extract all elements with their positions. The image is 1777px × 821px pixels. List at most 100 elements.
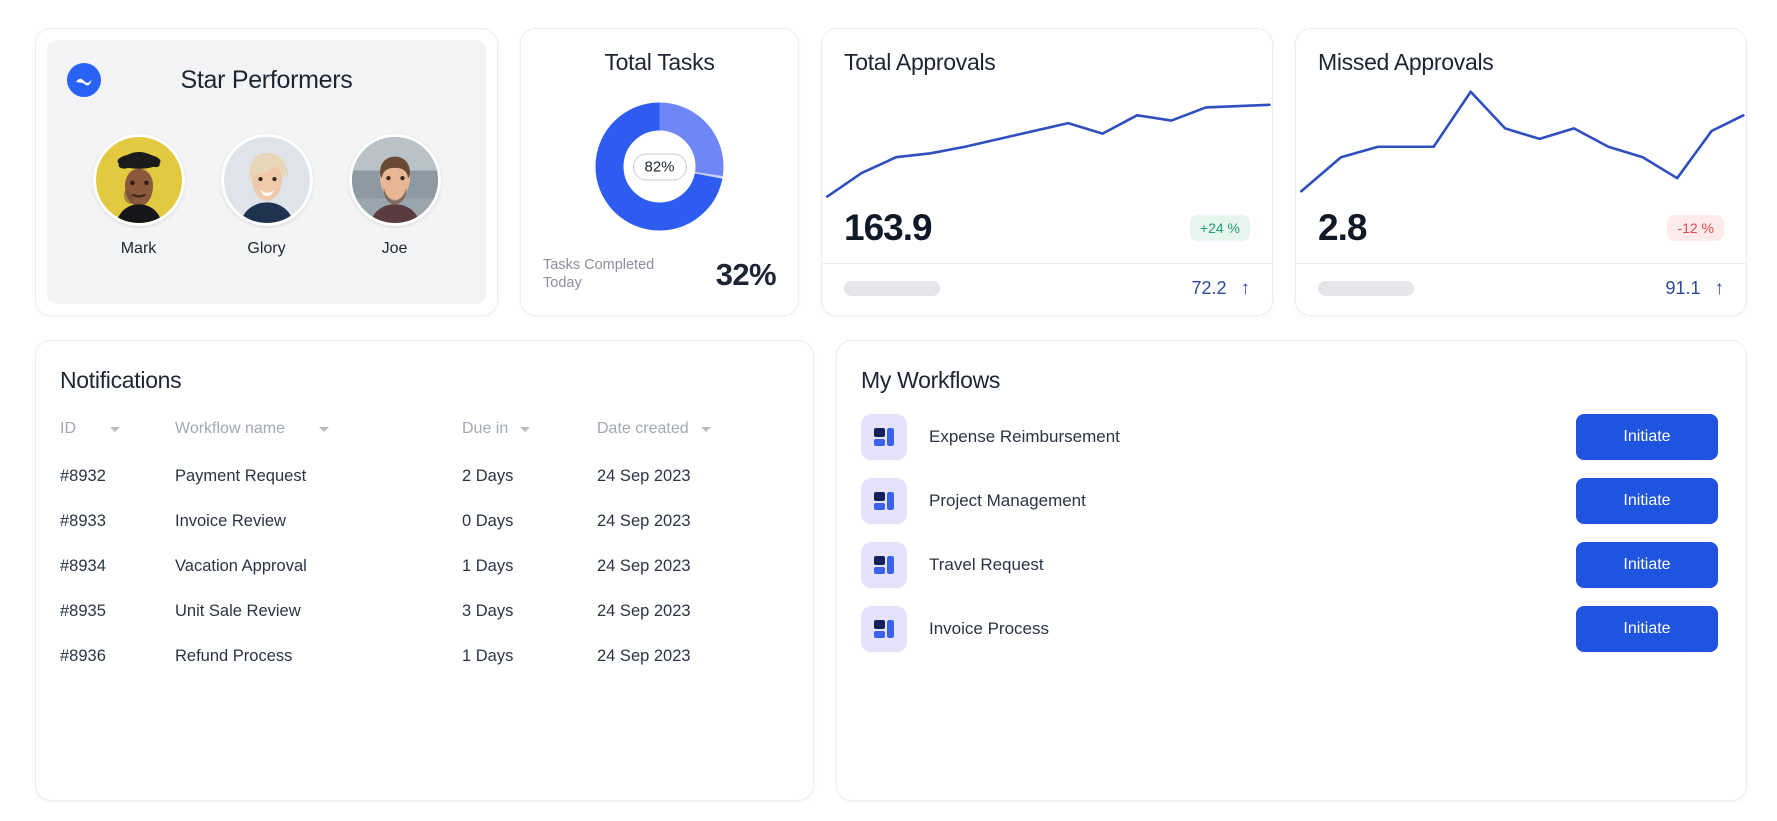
missed-approvals-card: Missed Approvals 2.8 -12 % 91.1 ↑ (1295, 28, 1747, 316)
initiate-button[interactable]: Initiate (1576, 606, 1718, 652)
bottom-row: Notifications ID Workflow name Due in Da… (35, 340, 1747, 801)
missed-approvals-title: Missed Approvals (1318, 49, 1494, 75)
star-performers-card: Star Performers Mark Glory Joe (35, 28, 498, 316)
table-row[interactable]: #8935 Unit Sale Review 3 Days 24 Sep 202… (60, 589, 789, 634)
notifications-table-head: ID Workflow name Due in Date created (60, 412, 789, 454)
cell-date-created: 24 Sep 2023 (597, 512, 691, 530)
initiate-button[interactable]: Initiate (1576, 414, 1718, 460)
cell-due-in: 3 Days (462, 602, 514, 620)
dashboard-page: Star Performers Mark Glory Joe Total Tas… (0, 0, 1777, 821)
total-approvals-card: Total Approvals 163.9 +24 % 72.2 ↑ (821, 28, 1273, 316)
cell-id: #8935 (60, 602, 106, 620)
table-row[interactable]: #8932 Payment Request 2 Days 24 Sep 2023 (60, 454, 789, 499)
notifications-table: ID Workflow name Due in Date created #89… (60, 412, 789, 679)
table-row[interactable]: #8934 Vacation Approval 1 Days 24 Sep 20… (60, 544, 789, 589)
tasks-completed-label: Tasks Completed Today (543, 256, 655, 292)
avatar-joe-icon (348, 134, 441, 226)
column-header-id[interactable]: ID (60, 412, 175, 454)
workflow-blocks-icon (861, 606, 907, 652)
workflow-row: Expense Reimbursement Initiate (861, 410, 1718, 464)
cell-date-created: 24 Sep 2023 (597, 602, 691, 620)
total-approvals-value: 163.9 (844, 207, 933, 248)
notifications-title: Notifications (60, 367, 182, 393)
cell-due-in: 0 Days (462, 512, 514, 530)
workflow-name: Travel Request (929, 555, 1044, 574)
column-label-workflow-name: Workflow name (175, 420, 285, 437)
missed-approvals-value-row: 2.8 -12 % (1318, 207, 1724, 263)
tasks-completed-value: 32% (715, 257, 777, 292)
total-approvals-footer: 72.2 ↑ (822, 263, 1272, 315)
workflow-blocks-icon (861, 414, 907, 460)
cell-id: #8933 (60, 512, 106, 530)
arrow-up-icon: ↑ (1714, 278, 1725, 299)
cell-workflow-name: Refund Process (175, 647, 293, 665)
notifications-table-body: #8932 Payment Request 2 Days 24 Sep 2023… (60, 454, 789, 679)
avatar-mark-icon (92, 134, 185, 226)
missed-approvals-sub-group: 91.1 ↑ (1665, 278, 1724, 299)
chevron-down-icon[interactable] (110, 426, 120, 432)
workflow-name: Project Management (929, 491, 1086, 510)
workflow-blocks-icon (861, 542, 907, 588)
total-approvals-sparkline (822, 76, 1272, 207)
total-tasks-chart: 82% (543, 78, 776, 256)
workflow-row: Invoice Process Initiate (861, 602, 1718, 656)
star-performers-title: Star Performers (180, 65, 353, 94)
arrow-up-icon: ↑ (1240, 278, 1251, 299)
missed-approvals-footer: 91.1 ↑ (1296, 263, 1746, 315)
table-header-row: ID Workflow name Due in Date created (60, 412, 789, 454)
cell-id: #8932 (60, 467, 106, 485)
performer-item[interactable]: Glory (220, 134, 313, 258)
initiate-button[interactable]: Initiate (1576, 478, 1718, 524)
total-approvals-value-row: 163.9 +24 % (844, 207, 1250, 263)
star-performers-header: Star Performers (67, 58, 466, 102)
total-approvals-badge: +24 % (1189, 215, 1250, 241)
performers-list: Mark Glory Joe (67, 134, 466, 258)
cell-date-created: 24 Sep 2023 (597, 467, 691, 485)
workflow-row: Travel Request Initiate (861, 538, 1718, 592)
column-header-due-in[interactable]: Due in (462, 412, 597, 454)
column-label-id: ID (60, 420, 76, 437)
cell-id: #8936 (60, 647, 106, 665)
column-header-workflow-name[interactable]: Workflow name (175, 412, 462, 454)
cell-date-created: 24 Sep 2023 (597, 647, 691, 665)
workflow-row: Project Management Initiate (861, 474, 1718, 528)
star-performers-inner: Star Performers Mark Glory Joe (47, 40, 486, 304)
performer-name: Mark (120, 240, 157, 257)
column-label-date-created: Date created (597, 420, 689, 437)
performer-name: Glory (247, 240, 286, 257)
column-label-due-in: Due in (462, 420, 509, 437)
cell-due-in: 2 Days (462, 467, 514, 485)
initiate-button[interactable]: Initiate (1576, 542, 1718, 588)
column-header-date-created[interactable]: Date created (597, 412, 789, 454)
workflow-blocks-icon (861, 478, 907, 524)
missed-approvals-value: 2.8 (1318, 207, 1367, 248)
my-workflows-title: My Workflows (861, 367, 1001, 393)
missed-approvals-progress-bar (1318, 281, 1414, 296)
cell-id: #8934 (60, 557, 106, 575)
my-workflows-list: Expense Reimbursement Initiate Project M… (861, 410, 1718, 656)
missed-approvals-sub-value: 91.1 (1665, 278, 1701, 298)
performer-item[interactable]: Mark (92, 134, 185, 258)
cell-due-in: 1 Days (462, 557, 514, 575)
chevron-down-icon[interactable] (318, 426, 329, 432)
chevron-down-icon[interactable] (700, 426, 711, 432)
table-row[interactable]: #8936 Refund Process 1 Days 24 Sep 2023 (60, 634, 789, 679)
total-tasks-footer: Tasks Completed Today 32% (543, 256, 777, 293)
avatar-glory-icon (220, 134, 313, 226)
cell-workflow-name: Unit Sale Review (175, 602, 301, 620)
workflow-name: Expense Reimbursement (929, 427, 1120, 446)
workflow-name: Invoice Process (929, 619, 1049, 638)
performer-name: Joe (381, 240, 408, 257)
missed-approvals-sparkline (1296, 76, 1746, 207)
total-approvals-progress-bar (844, 281, 940, 296)
cell-date-created: 24 Sep 2023 (597, 557, 691, 575)
my-workflows-card: My Workflows Expense Reimbursement Initi… (836, 340, 1747, 801)
chevron-down-icon[interactable] (520, 426, 531, 432)
total-approvals-sub-value: 72.2 (1191, 278, 1227, 298)
cell-workflow-name: Payment Request (175, 467, 307, 485)
table-row[interactable]: #8933 Invoice Review 0 Days 24 Sep 2023 (60, 499, 789, 544)
total-tasks-title: Total Tasks (604, 49, 715, 75)
donut-center-label: 82% (632, 153, 687, 181)
total-approvals-sub-group: 72.2 ↑ (1191, 278, 1250, 299)
performer-item[interactable]: Joe (348, 134, 441, 258)
